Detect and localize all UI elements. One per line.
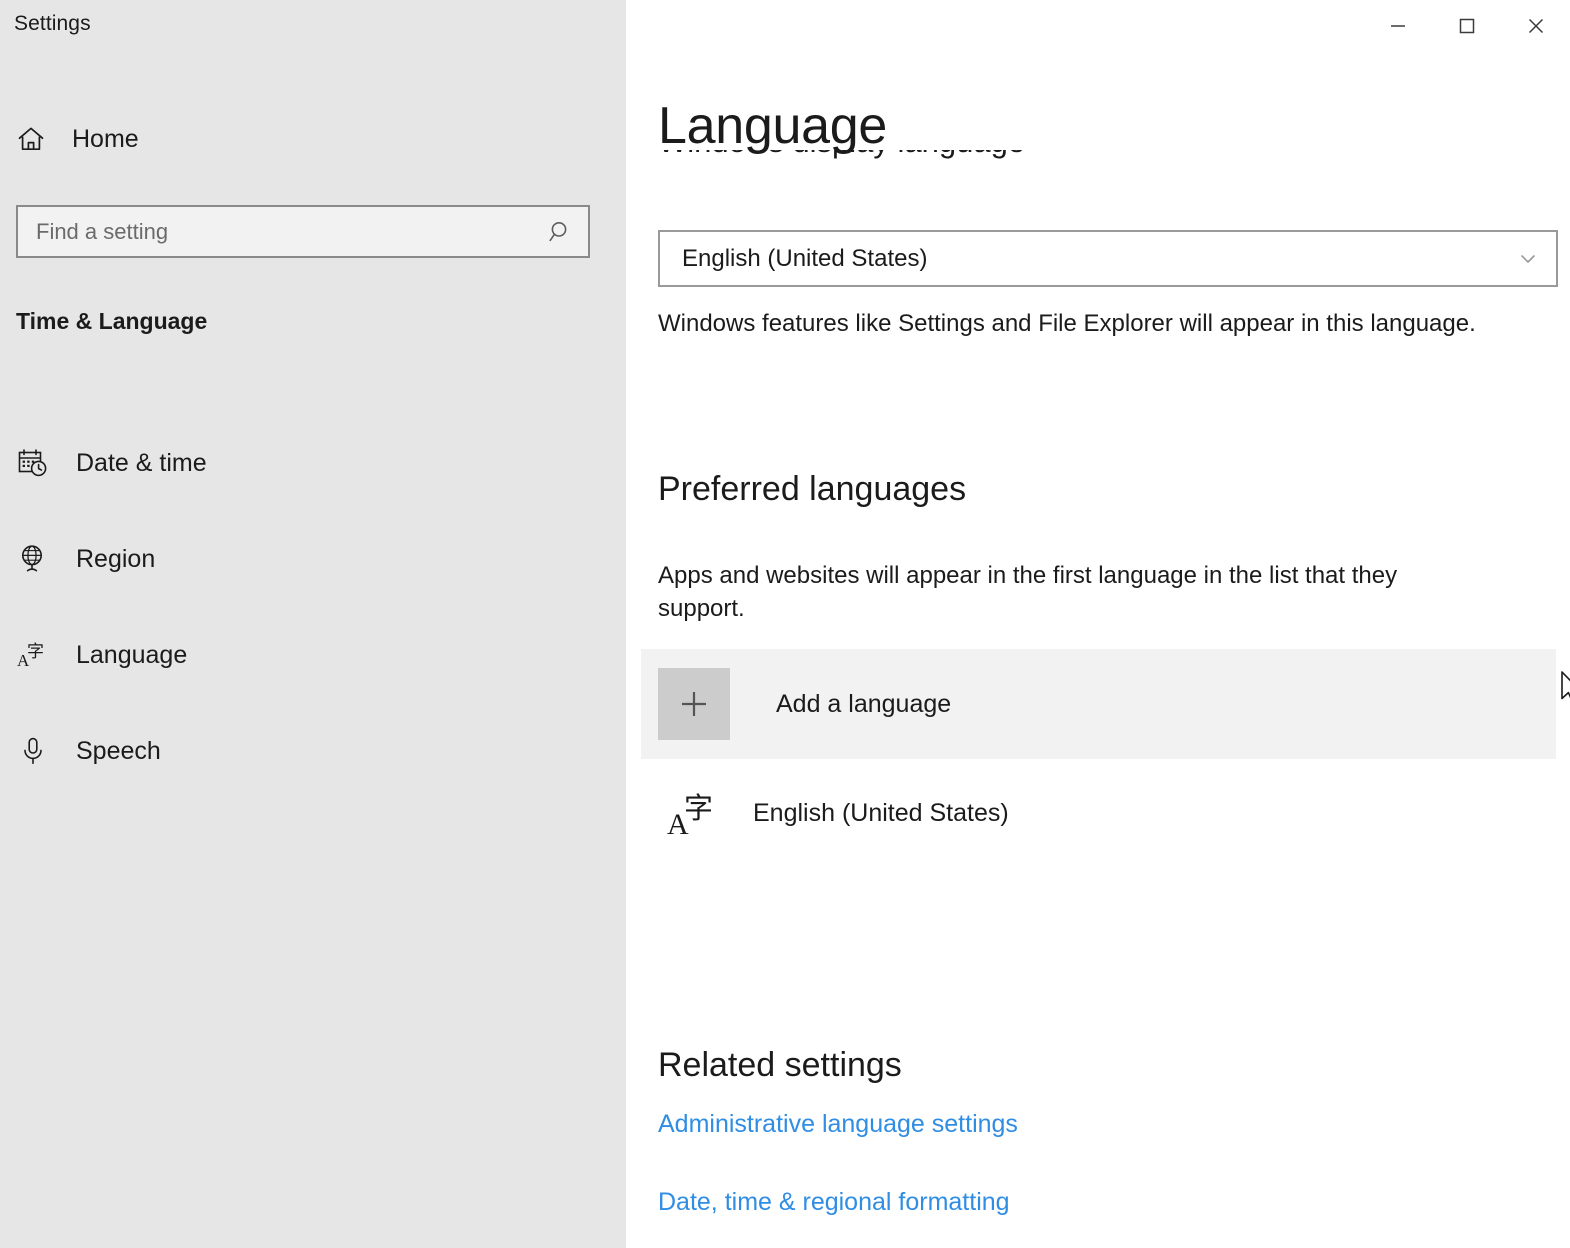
windows-display-language-label-clipped: Windows display language [658,150,1258,174]
language-a-ji-icon: A 字 [16,638,50,672]
minimize-button[interactable] [1363,0,1432,52]
add-a-language-label: Add a language [776,689,952,718]
microphone-icon [16,734,50,768]
sidebar-item-home-label: Home [72,124,139,153]
display-language-value: English (United States) [682,244,928,272]
window-controls [1363,0,1570,52]
app-title: Settings [14,12,91,35]
preferred-languages-heading: Preferred languages [658,470,967,508]
date-time-regional-formatting-link[interactable]: Date, time & regional formatting [658,1188,1010,1217]
sidebar-item-date-time-label: Date & time [76,448,207,477]
sidebar-nav: Date & time Region A 字 Language Speech [0,415,626,799]
chevron-down-icon [1500,247,1556,271]
preferred-languages-description: Apps and websites will appear in the fir… [658,562,1398,622]
home-icon [14,122,48,156]
search-box[interactable] [16,205,590,258]
search-input[interactable] [18,207,534,256]
add-a-language-button[interactable]: Add a language [641,649,1556,759]
sidebar-item-region-label: Region [76,544,156,573]
sidebar: Settings Home Time & Language [0,0,626,1248]
display-language-description: Windows features like Settings and File … [658,310,1476,337]
settings-window: Settings Home Time & Language [0,0,1570,1248]
main-content: Language Windows display language Englis… [626,0,1570,1248]
globe-icon [16,542,50,576]
sidebar-item-home[interactable]: Home [14,115,155,163]
windows-display-language-label: Windows display language [658,150,1025,160]
close-button[interactable] [1501,0,1570,52]
arrow-cursor [1560,671,1570,709]
sidebar-item-language-label: Language [76,640,188,669]
plus-icon [658,668,730,740]
sidebar-item-date-time[interactable]: Date & time [0,415,626,511]
sidebar-item-region[interactable]: Region [0,511,626,607]
sidebar-item-speech-label: Speech [76,736,161,765]
administrative-language-settings-link[interactable]: Administrative language settings [658,1110,1018,1139]
page-title: Language [658,97,887,155]
maximize-button[interactable] [1432,0,1501,52]
sidebar-item-language[interactable]: A 字 Language [0,607,626,703]
search-icon[interactable] [534,207,588,256]
svg-text:字: 字 [684,791,713,825]
list-item[interactable]: A 字 English (United States) [641,765,1556,861]
list-item-label: English (United States) [753,798,1009,827]
language-a-ji-icon: A 字 [663,784,725,842]
sidebar-section-title: Time & Language [16,308,208,334]
svg-text:字: 字 [27,642,44,662]
sidebar-item-speech[interactable]: Speech [0,703,626,799]
related-settings-heading: Related settings [658,1046,902,1084]
display-language-dropdown[interactable]: English (United States) [658,230,1558,287]
calendar-clock-icon [16,446,50,480]
